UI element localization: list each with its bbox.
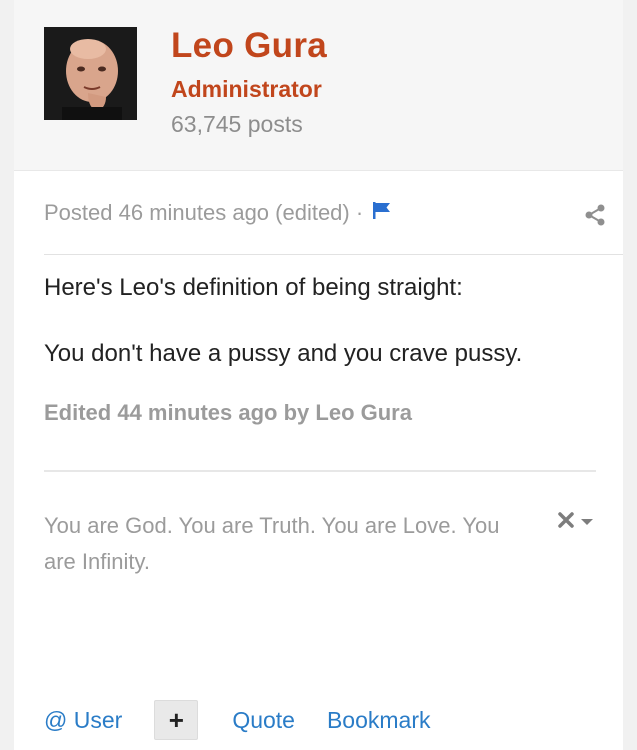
share-icon[interactable] xyxy=(583,203,607,232)
bookmark-link[interactable]: Bookmark xyxy=(327,707,431,734)
edited-note: Edited 44 minutes ago by Leo Gura xyxy=(44,400,412,425)
signature-text: You are God. You are Truth. You are Love… xyxy=(44,513,500,574)
author-name[interactable]: Leo Gura xyxy=(171,26,327,66)
author-title: Administrator xyxy=(171,76,322,102)
close-icon[interactable] xyxy=(556,510,576,535)
post-meta: Posted 46 minutes ago (edited) · xyxy=(44,200,393,226)
post-paragraph: Here's Leo's definition of being straigh… xyxy=(44,274,463,301)
post-count: 63,745 posts xyxy=(171,111,303,137)
avatar[interactable] xyxy=(44,27,137,120)
caret-down-icon[interactable] xyxy=(580,514,594,532)
divider xyxy=(44,254,623,255)
signature-divider xyxy=(44,470,596,472)
multiquote-button[interactable]: + xyxy=(154,700,199,740)
post-card: Leo Gura Administrator 63,745 posts Post… xyxy=(0,0,637,750)
post-timestamp[interactable]: Posted 46 minutes ago (edited) · xyxy=(44,200,363,226)
quote-link[interactable]: Quote xyxy=(232,707,295,734)
author-panel: Leo Gura Administrator 63,745 posts xyxy=(14,0,623,171)
signature-controls[interactable] xyxy=(556,510,594,535)
avatar-image xyxy=(44,27,137,120)
flag-icon[interactable] xyxy=(371,200,393,226)
mention-user-link[interactable]: @ User xyxy=(44,707,122,734)
post-actions: @ User + Quote Bookmark xyxy=(44,700,463,740)
post-paragraph: You don't have a pussy and you crave pus… xyxy=(44,340,523,367)
